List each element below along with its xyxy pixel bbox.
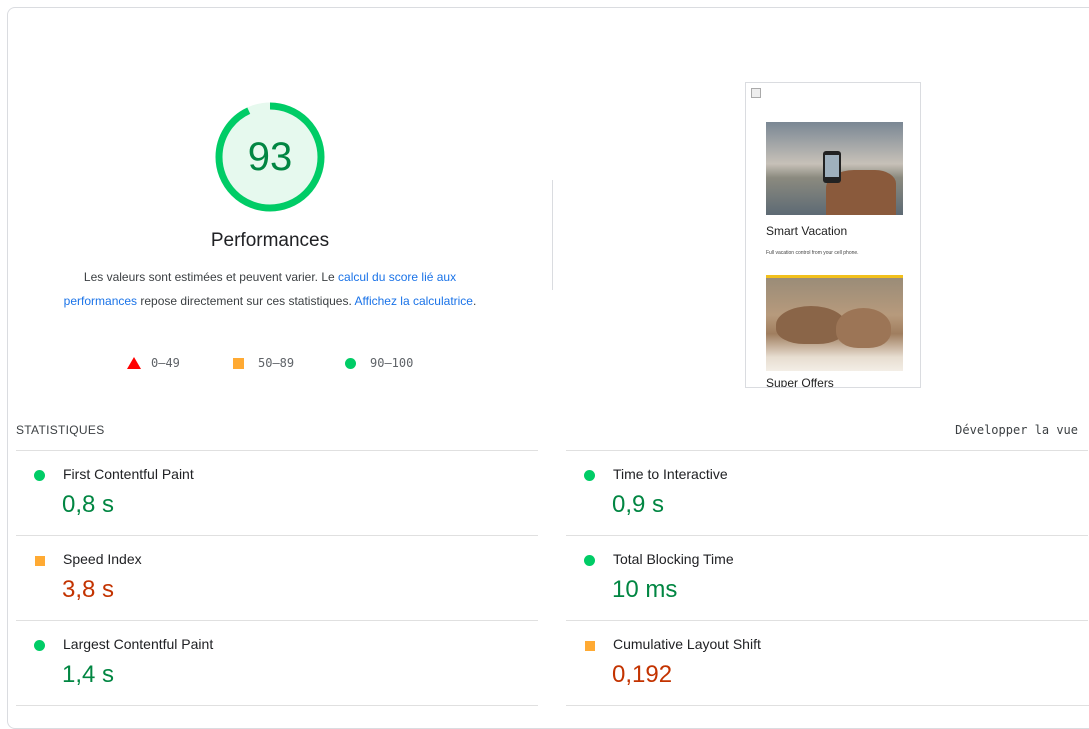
orange-square-icon xyxy=(35,556,45,566)
statistics-heading: STATISTIQUES xyxy=(16,423,105,437)
calculator-link[interactable]: Affichez la calculatrice xyxy=(354,294,473,308)
performance-score-gauge: 93 xyxy=(214,101,326,213)
legend-range: 50–89 xyxy=(258,356,295,370)
legend-item-average: 50–89 xyxy=(233,356,294,370)
metric-row: First Contentful Paint 0,8 s xyxy=(16,450,538,536)
walrus-photo xyxy=(766,278,903,371)
green-circle-icon xyxy=(34,470,45,481)
broken-image-icon xyxy=(751,88,761,98)
description-text-2: repose directement sur ces statistiques. xyxy=(137,294,355,308)
thumbnail-card-title-2: Super Offers xyxy=(766,376,834,388)
legend-item-fail: 0–49 xyxy=(127,356,180,370)
metric-row: Total Blocking Time 10 ms xyxy=(566,535,1088,621)
thumbnail-card-title: Smart Vacation xyxy=(766,224,848,238)
metric-row: Cumulative Layout Shift 0,192 xyxy=(566,620,1088,706)
legend-range: 0–49 xyxy=(151,356,180,370)
divider xyxy=(566,705,1089,706)
metric-name: Speed Index xyxy=(63,551,142,567)
metric-value: 0,9 s xyxy=(612,491,665,518)
orange-square-icon xyxy=(585,641,595,651)
metric-name: Total Blocking Time xyxy=(613,551,734,567)
score-value: 93 xyxy=(247,135,293,179)
metric-name: Time to Interactive xyxy=(613,466,728,482)
metric-value: 0,192 xyxy=(612,661,673,688)
walrus-shape xyxy=(836,308,891,348)
metric-name: Largest Contentful Paint xyxy=(63,636,214,652)
metric-row: Speed Index 3,8 s xyxy=(16,535,538,621)
description-text-3: . xyxy=(472,294,477,308)
green-circle-icon xyxy=(345,357,356,369)
green-circle-icon xyxy=(34,640,45,651)
metric-value: 10 ms xyxy=(612,576,678,603)
phone-icon xyxy=(823,151,841,183)
metric-value: 0,8 s xyxy=(62,491,115,518)
metric-name: First Contentful Paint xyxy=(63,466,194,482)
vertical-divider xyxy=(552,180,553,290)
green-circle-icon xyxy=(584,470,595,481)
metric-value: 1,4 s xyxy=(62,661,115,688)
vacation-photo xyxy=(766,122,903,215)
red-triangle-icon xyxy=(127,357,141,369)
metric-name: Cumulative Layout Shift xyxy=(613,636,761,652)
thumbnail-card-description: Full vacation control from your cell pho… xyxy=(766,250,859,256)
metric-row: Largest Contentful Paint 1,4 s xyxy=(16,620,538,706)
metric-value: 3,8 s xyxy=(62,576,115,603)
legend-item-pass: 90–100 xyxy=(345,356,413,370)
description-text-1: Les valeurs sont estimées et peuvent var… xyxy=(83,270,339,284)
divider xyxy=(16,705,538,706)
metric-row: Time to Interactive 0,9 s xyxy=(566,450,1088,536)
legend-range: 90–100 xyxy=(370,356,414,370)
orange-square-icon xyxy=(233,357,244,369)
gauge-title: Performances xyxy=(210,230,330,251)
score-description: Les valeurs sont estimées et peuvent var… xyxy=(52,265,488,313)
expand-view-toggle[interactable]: Développer la vue xyxy=(955,423,1078,437)
final-screenshot-thumbnail[interactable]: Smart Vacation Full vacation control fro… xyxy=(745,82,921,388)
green-circle-icon xyxy=(584,555,595,566)
